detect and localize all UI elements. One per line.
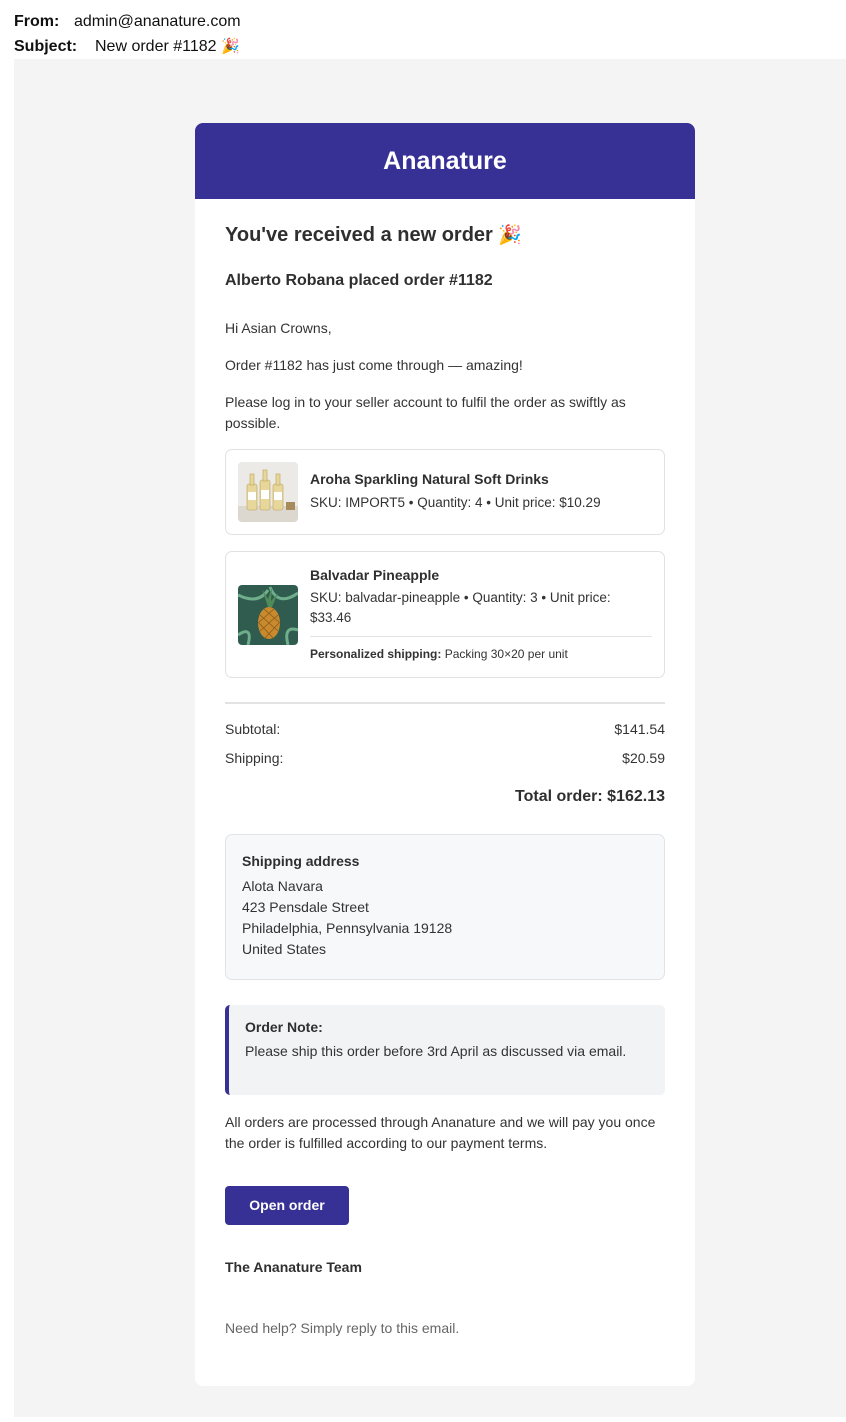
subtotal-value: $141.54 [614,721,665,737]
subtotal-row: Subtotal: $141.54 [225,721,665,737]
order-announcement-text: Order #1182 has just come through — amaz… [225,357,523,373]
item-name: Balvadar Pineapple [310,567,440,583]
order-note-title: Order Note: [245,1019,323,1035]
email-content: You've received a new order 🎉 Alberto Ro… [195,199,695,1386]
item-details: SKU: IMPORT5 • Quantity: 4 • Unit price:… [310,495,601,510]
shipping-address-title: Shipping address [242,853,360,869]
brand-name: Ananature [383,147,507,175]
shipping-method-label: Personalized shipping: [310,647,442,661]
party-popper-icon: 🎉 [498,224,523,246]
order-subtitle: Alberto Robana placed order #1182 [225,272,493,289]
from-address[interactable]: admin@ananature.com [74,13,241,30]
totals-divider [225,702,665,704]
shipping-row: Shipping: $20.59 [225,750,665,766]
address-line: 423 Pensdale Street [242,899,369,915]
from-label: From: [14,13,60,30]
email-from-row: From: admin@ananature.com [14,13,241,31]
address-line: United States [242,941,327,957]
pineapple-image [238,585,298,645]
fulfil-instructions-text: Please log in to your seller account to … [225,394,626,431]
shipping-method-value: Packing 30×20 per unit [444,647,568,661]
order-item: Aroha Sparkling Natural Soft Drinks SKU:… [225,449,665,535]
party-popper-icon: 🎉 [221,37,240,55]
help-text: Need help? Simply reply to this email. [225,1320,460,1336]
shipping-value: $20.59 [622,750,665,766]
order-note-box: Order Note: Please ship this order befor… [225,1005,665,1095]
page-title: You've received a new order 🎉 [225,223,522,247]
subject-label: Subject: [14,38,78,55]
address-line: Philadelphia, Pennsylvania 19128 [242,920,453,936]
payment-terms-text: All orders are processed through Ananatu… [225,1114,656,1151]
open-order-button[interactable]: Open order [225,1186,349,1225]
email-subject-row: Subject: New order #1182 🎉 [14,37,240,56]
personalized-shipping-info: Personalized shipping: Packing 30×20 per… [310,636,652,661]
greeting-text: Hi Asian Crowns, [225,320,332,336]
address-line: Alota Navara [242,878,323,894]
page-title-text: You've received a new order [225,224,493,246]
order-item: Balvadar Pineapple SKU: balvadar-pineapp… [225,551,665,678]
shipping-label: Shipping: [225,750,284,766]
email-body-background: Ananature You've received a new order 🎉 … [14,59,846,1417]
order-note-text: Please ship this order before 3rd April … [245,1043,627,1059]
bottles-image [238,462,298,522]
email-card: Ananature You've received a new order 🎉 … [195,123,695,1386]
subtotal-label: Subtotal: [225,721,281,737]
order-total: Total order: $162.13 [515,788,665,805]
item-name: Aroha Sparkling Natural Soft Drinks [310,471,549,487]
item-details: SKU: balvadar-pineapple • Quantity: 3 • … [310,590,611,625]
subject-text: New order #1182 [95,38,217,55]
signature: The Ananature Team [225,1259,362,1275]
shipping-address-box: Shipping address Alota Navara 423 Pensda… [225,834,665,980]
brand-banner: Ananature [195,123,695,199]
